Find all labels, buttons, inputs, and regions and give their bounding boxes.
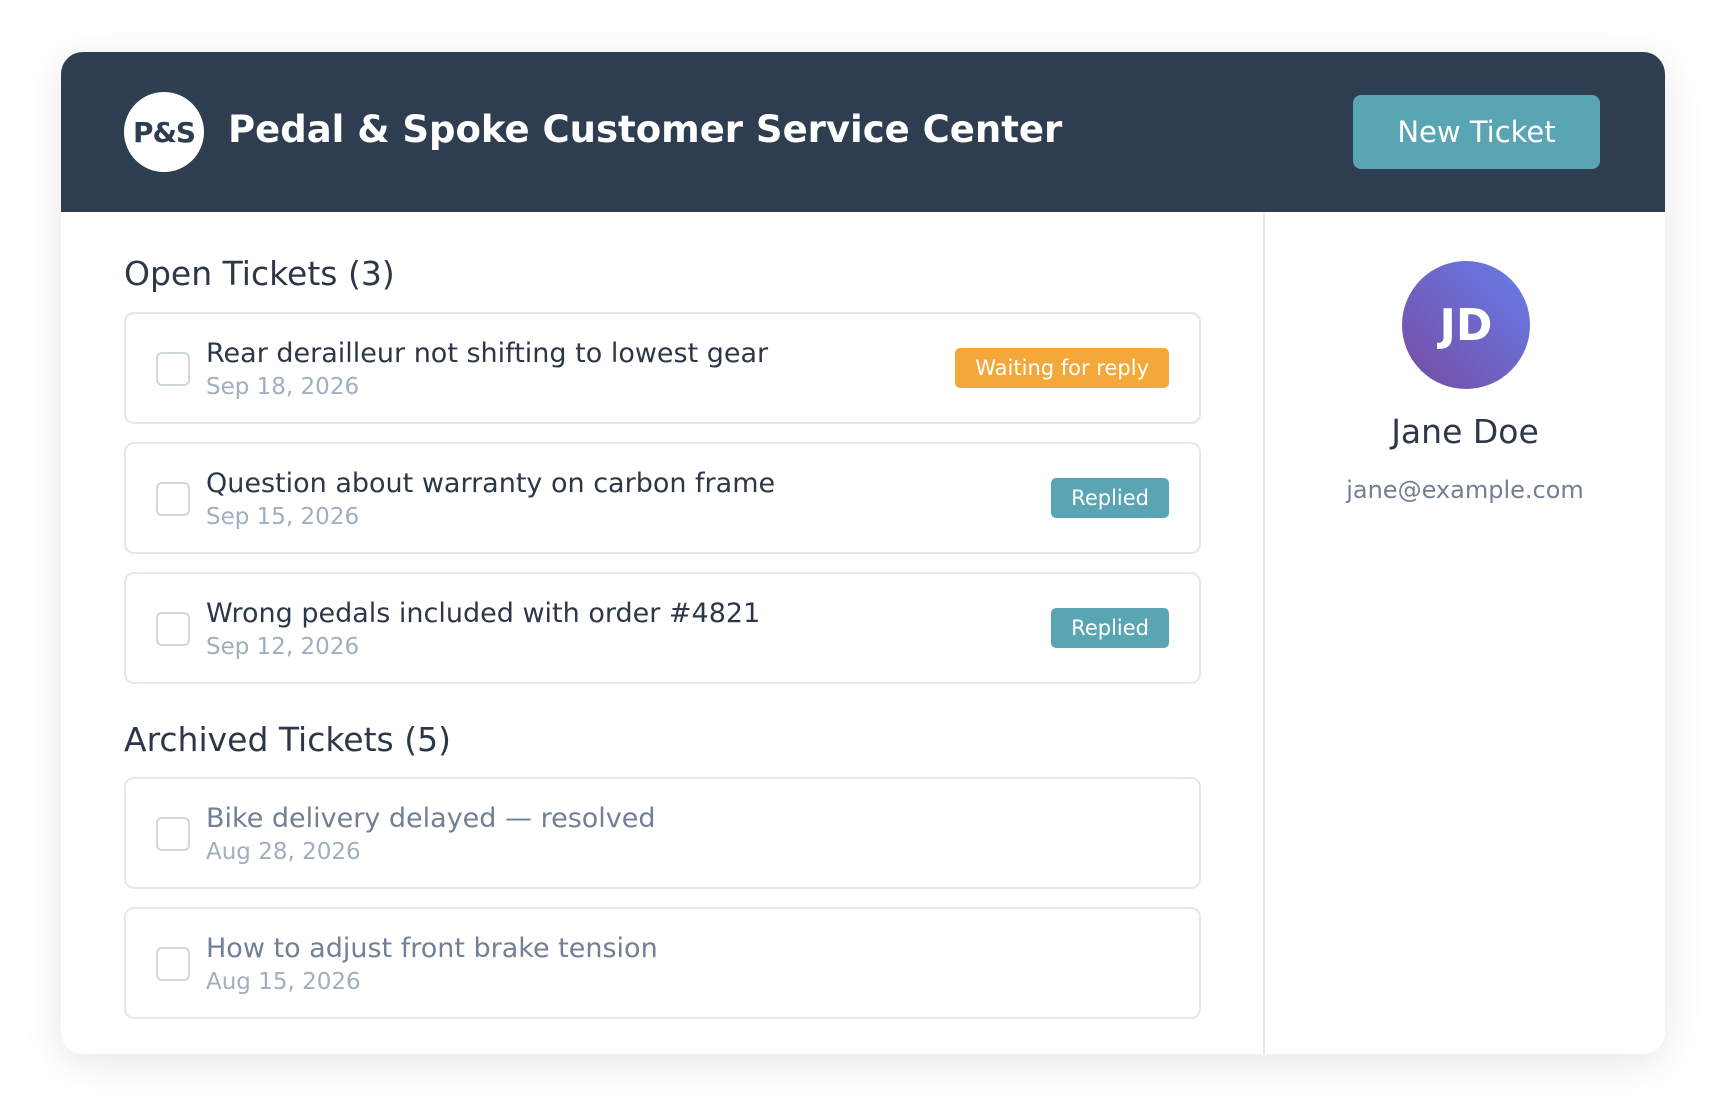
ticket-title: Bike delivery delayed — resolved xyxy=(206,803,656,834)
open-tickets-heading: Open Tickets (3) xyxy=(124,254,395,293)
checkbox-icon[interactable] xyxy=(156,947,190,981)
ticket-date: Sep 12, 2026 xyxy=(206,634,360,660)
ticket-list-panel: Open Tickets (3) Rear derailleur not shi… xyxy=(61,212,1263,1054)
avatar[interactable]: JD xyxy=(1402,261,1530,389)
status-badge: Replied xyxy=(1051,608,1169,648)
ticket-title: How to adjust front brake tension xyxy=(206,933,658,964)
open-ticket-row[interactable]: Rear derailleur not shifting to lowest g… xyxy=(124,312,1201,424)
app-title: Pedal & Spoke Customer Service Center xyxy=(228,108,1063,151)
new-ticket-button[interactable]: New Ticket xyxy=(1353,95,1600,169)
checkbox-icon[interactable] xyxy=(156,612,190,646)
ticket-title: Rear derailleur not shifting to lowest g… xyxy=(206,338,769,369)
checkbox-icon[interactable] xyxy=(156,817,190,851)
user-email: jane@example.com xyxy=(1346,476,1584,504)
open-ticket-row[interactable]: Wrong pedals included with order #4821 S… xyxy=(124,572,1201,684)
ticket-date: Sep 15, 2026 xyxy=(206,504,360,530)
open-ticket-row[interactable]: Question about warranty on carbon frame … xyxy=(124,442,1201,554)
ticket-date: Aug 15, 2026 xyxy=(206,969,361,995)
user-name: Jane Doe xyxy=(1391,412,1539,451)
ticket-title: Question about warranty on carbon frame xyxy=(206,468,776,499)
checkbox-icon[interactable] xyxy=(156,482,190,516)
archived-ticket-row[interactable]: Bike delivery delayed — resolved Aug 28,… xyxy=(124,777,1201,889)
brand-logo: P&S xyxy=(124,92,204,172)
checkbox-icon[interactable] xyxy=(156,352,190,386)
header-bar: P&S Pedal & Spoke Customer Service Cente… xyxy=(61,52,1665,212)
archived-tickets-heading: Archived Tickets (5) xyxy=(124,720,451,759)
ticket-date: Sep 18, 2026 xyxy=(206,374,360,400)
ticket-date: Aug 28, 2026 xyxy=(206,839,361,865)
user-profile-panel: JD Jane Doe jane@example.com xyxy=(1263,212,1665,1054)
app-window: P&S Pedal & Spoke Customer Service Cente… xyxy=(61,52,1665,1054)
status-badge: Replied xyxy=(1051,478,1169,518)
ticket-title: Wrong pedals included with order #4821 xyxy=(206,598,761,629)
archived-ticket-row[interactable]: How to adjust front brake tension Aug 15… xyxy=(124,907,1201,1019)
status-badge: Waiting for reply xyxy=(955,348,1169,388)
